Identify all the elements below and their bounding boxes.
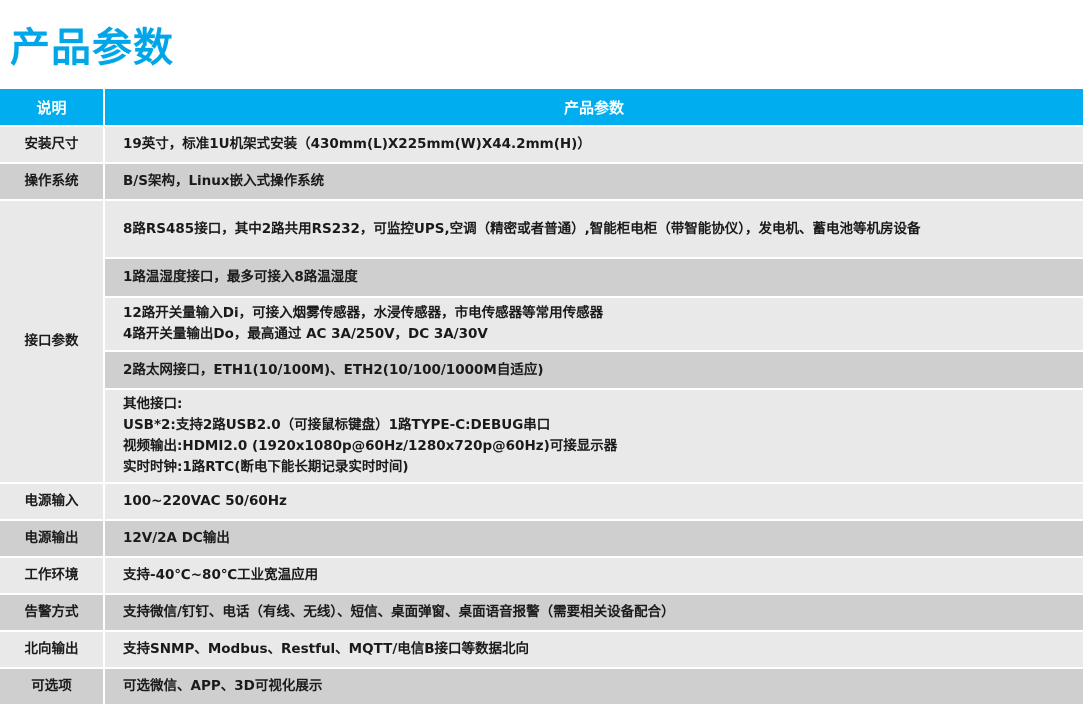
row-label: 接口参数 xyxy=(0,201,105,482)
table-header-row: 说明 产品参数 xyxy=(0,89,1083,125)
table-row: 接口参数 8路RS485接口，其中2路共用RS232，可监控UPS,空调（精密或… xyxy=(0,201,1083,482)
value-line: 1路温湿度接口，最多可接入8路温湿度 xyxy=(123,269,358,285)
table-row: 工作环境 支持-40℃~80℃工业宽温应用 xyxy=(0,558,1083,593)
value-line: 4路开关量输出Do，最高通过 AC 3A/250V，DC 3A/30V xyxy=(123,326,488,342)
row-label: 北向输出 xyxy=(0,632,105,667)
value-line: 8路RS485接口，其中2路共用RS232，可监控UPS,空调（精密或者普通）,… xyxy=(123,220,921,237)
table-row: 12路开关量输入Di，可接入烟雾传感器，水浸传感器，市电传感器等常用传感器 4路… xyxy=(0,298,1083,350)
row-value: 1路温湿度接口，最多可接入8路温湿度 xyxy=(105,259,1083,296)
table-row: 电源输入 100~220VAC 50/60Hz xyxy=(0,484,1083,519)
row-value: 19英寸，标准1U机架式安装（430mm(L)X225mm(W)X44.2mm(… xyxy=(105,127,1083,162)
page-title: 产品参数 xyxy=(10,25,174,71)
row-value: 12V/2A DC输出 xyxy=(105,521,1083,556)
row-value: 支持-40℃~80℃工业宽温应用 xyxy=(105,558,1083,593)
row-label: 操作系统 xyxy=(0,164,105,199)
table-row: 2路太网接口，ETH1(10/100M)、ETH2(10/100/1000M自适… xyxy=(0,352,1083,388)
row-label: 可选项 xyxy=(0,669,105,704)
value-line: 其他接口: xyxy=(123,396,183,412)
row-value: 其他接口: USB*2:支持2路USB2.0（可接鼠标键盘）1路TYPE-C:D… xyxy=(105,390,1083,482)
row-label: 告警方式 xyxy=(0,595,105,630)
table-row: 北向输出 支持SNMP、Modbus、Restful、MQTT/电信B接口等数据… xyxy=(0,632,1083,667)
value-line: 视频输出:HDMI2.0 (1920x1080p@60Hz/1280x720p@… xyxy=(123,438,618,454)
value-line: 2路太网接口，ETH1(10/100M)、ETH2(10/100/1000M自适… xyxy=(123,361,544,378)
header-description: 说明 xyxy=(0,89,105,125)
value-line: USB*2:支持2路USB2.0（可接鼠标键盘）1路TYPE-C:DEBUG串口 xyxy=(123,417,551,433)
value-line: 实时时钟:1路RTC(断电下能长期记录实时时间) xyxy=(123,459,409,475)
table-row: 告警方式 支持微信/钉钉、电话（有线、无线）、短信、桌面弹窗、桌面语音报警（需要… xyxy=(0,595,1083,630)
row-label: 安装尺寸 xyxy=(0,127,105,162)
value-line: 12路开关量输入Di，可接入烟雾传感器，水浸传感器，市电传感器等常用传感器 xyxy=(123,305,604,321)
row-value: B/S架构，Linux嵌入式操作系统 xyxy=(105,164,1083,199)
table-row: 电源输出 12V/2A DC输出 xyxy=(0,521,1083,556)
row-value: 12路开关量输入Di，可接入烟雾传感器，水浸传感器，市电传感器等常用传感器 4路… xyxy=(105,298,1083,350)
spec-table: 说明 产品参数 安装尺寸 19英寸，标准1U机架式安装（430mm(L)X225… xyxy=(0,87,1083,706)
header-parameters: 产品参数 xyxy=(105,89,1083,125)
row-value: 可选微信、APP、3D可视化展示 xyxy=(105,669,1083,704)
table-row: 1路温湿度接口，最多可接入8路温湿度 xyxy=(0,259,1083,296)
row-value: 支持微信/钉钉、电话（有线、无线）、短信、桌面弹窗、桌面语音报警（需要相关设备配… xyxy=(105,595,1083,630)
row-label: 电源输入 xyxy=(0,484,105,519)
table-row: 操作系统 B/S架构，Linux嵌入式操作系统 xyxy=(0,164,1083,199)
row-label: 工作环境 xyxy=(0,558,105,593)
row-value: 2路太网接口，ETH1(10/100M)、ETH2(10/100/1000M自适… xyxy=(105,352,1083,388)
row-label: 电源输出 xyxy=(0,521,105,556)
table-row: 安装尺寸 19英寸，标准1U机架式安装（430mm(L)X225mm(W)X44… xyxy=(0,127,1083,162)
row-value: 100~220VAC 50/60Hz xyxy=(105,484,1083,519)
table-row: 其他接口: USB*2:支持2路USB2.0（可接鼠标键盘）1路TYPE-C:D… xyxy=(0,390,1083,482)
row-value: 支持SNMP、Modbus、Restful、MQTT/电信B接口等数据北向 xyxy=(105,632,1083,667)
row-value: 8路RS485接口，其中2路共用RS232，可监控UPS,空调（精密或者普通）,… xyxy=(105,201,1083,257)
table-row: 可选项 可选微信、APP、3D可视化展示 xyxy=(0,669,1083,704)
